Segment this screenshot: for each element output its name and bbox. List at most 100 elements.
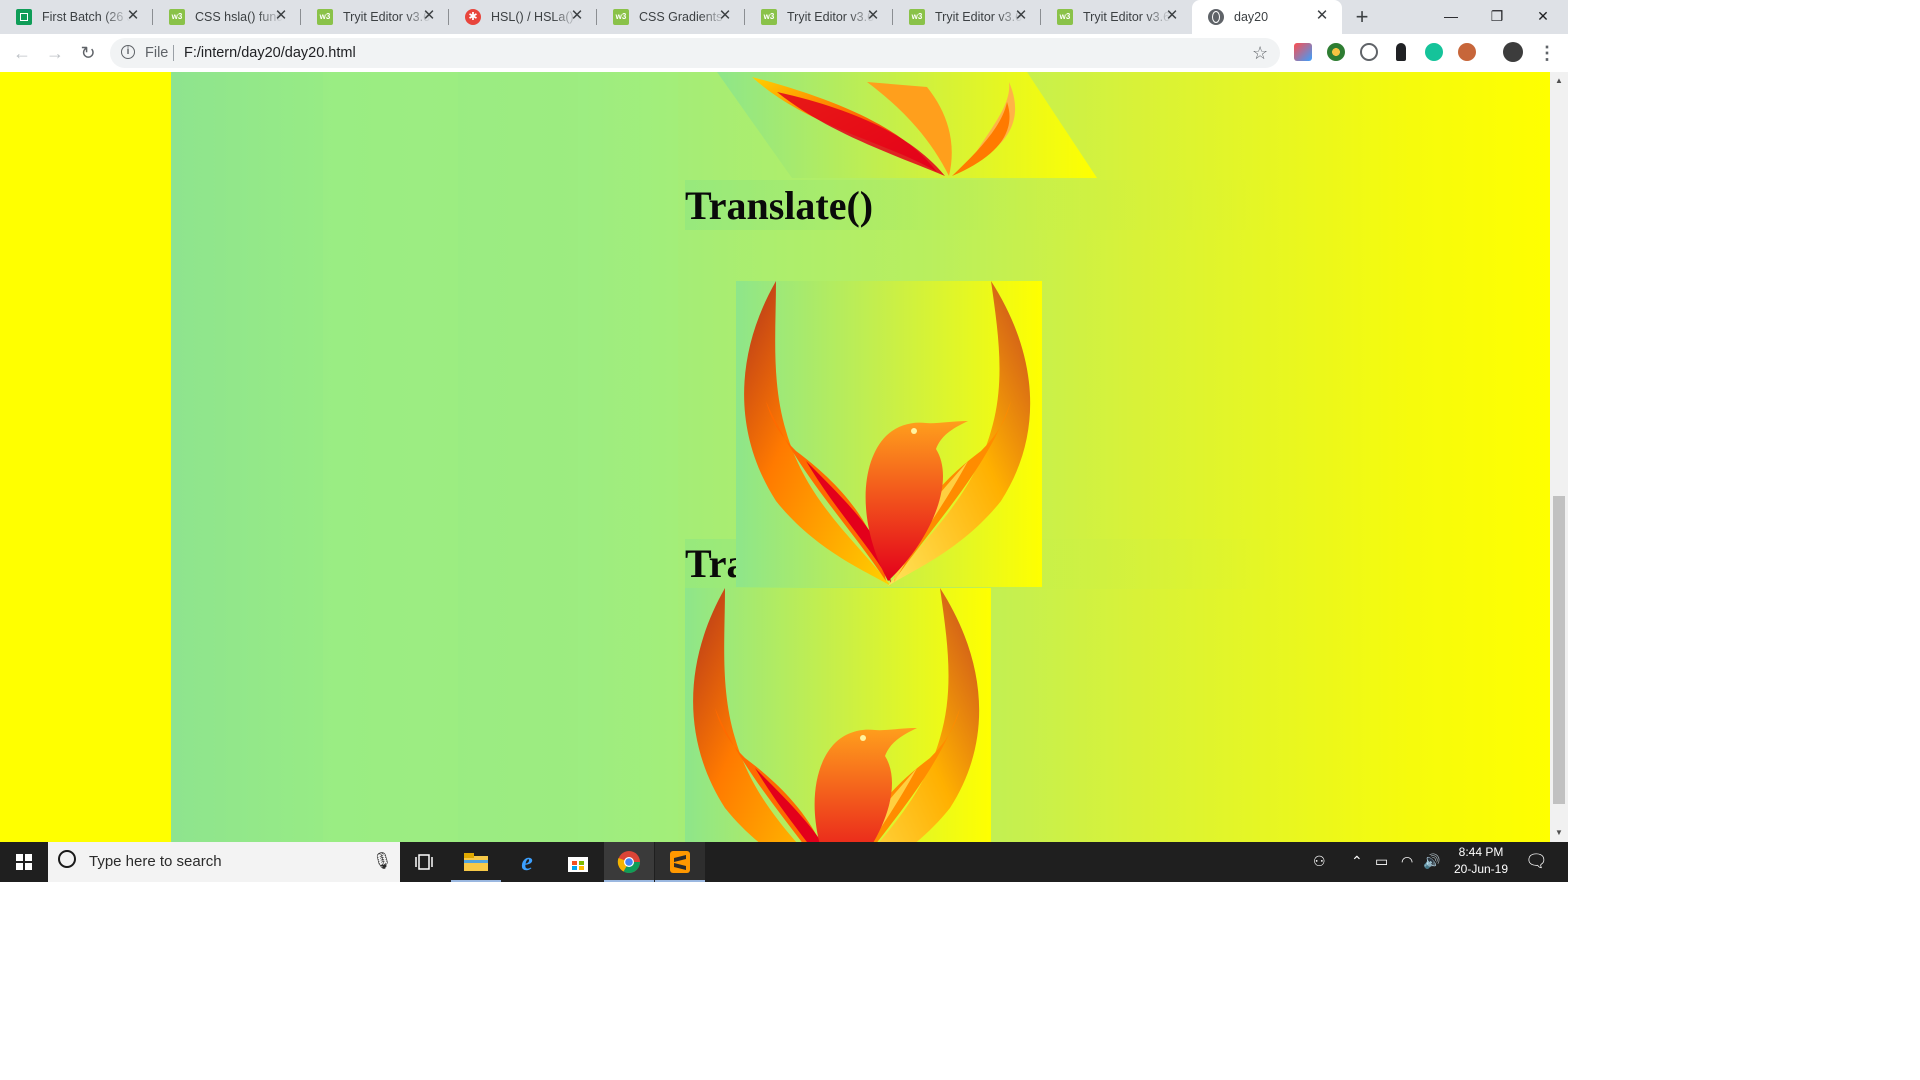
start-button[interactable] — [0, 842, 48, 882]
reload-button[interactable]: ↻ — [77, 42, 99, 64]
bg-stripe — [578, 72, 678, 842]
tab-title: Tryit Editor v3.6 — [787, 10, 875, 24]
back-button[interactable]: ← — [11, 42, 33, 64]
phoenix-logo — [744, 281, 1031, 586]
phoenix-logo — [693, 588, 980, 842]
w3schools-icon: w3 — [909, 9, 925, 25]
volume-icon[interactable]: 🔊 — [1423, 850, 1440, 872]
scheme-label: File — [145, 45, 169, 61]
maximize-button[interactable]: ❐ — [1474, 4, 1520, 28]
more-menu-icon[interactable]: ⋮ — [1538, 42, 1556, 64]
pinterest-icon[interactable] — [1360, 43, 1378, 61]
chrome-logo-icon — [617, 851, 640, 873]
close-tab-icon[interactable]: ✕ — [1164, 8, 1180, 24]
info-icon[interactable]: i — [121, 45, 135, 59]
w3schools-icon: w3 — [613, 9, 629, 25]
chevron-up-icon[interactable]: ⌃ — [1351, 850, 1363, 872]
clock-time: 8:44 PM — [1458, 845, 1504, 859]
w3schools-icon: w3 — [169, 9, 185, 25]
folder-icon — [464, 853, 488, 871]
grammarly-icon[interactable] — [1425, 43, 1443, 61]
new-tab-button[interactable]: + — [1352, 6, 1372, 28]
cortana-icon — [58, 850, 76, 868]
microphone-icon[interactable]: 🎙 — [372, 852, 392, 872]
reload-icon: ↻ — [80, 43, 96, 63]
wifi-icon[interactable]: ◠ — [1401, 850, 1413, 872]
minimize-button[interactable]: — — [1428, 4, 1474, 28]
arrow-right-icon: → — [46, 43, 64, 63]
w3schools-icon: w3 — [1057, 9, 1073, 25]
store-icon[interactable] — [553, 842, 603, 882]
tab-title: CSS hsla() function — [195, 10, 283, 24]
scroll-down-icon[interactable]: ▼ — [1550, 826, 1568, 840]
tab-title: First Batch (26 Jun) — [42, 10, 130, 24]
file-explorer-icon[interactable] — [451, 842, 501, 882]
scrollbar-thumb[interactable] — [1553, 496, 1565, 804]
heading-translate-1: Translate() — [685, 183, 874, 228]
key-icon[interactable] — [1396, 43, 1406, 61]
close-tab-icon[interactable]: ✕ — [865, 8, 881, 24]
tab-title: HSL() / HSLa() is — [491, 10, 579, 24]
task-view-glyph — [415, 854, 433, 870]
sublime-logo-icon — [670, 851, 690, 873]
close-tab-icon[interactable]: ✕ — [421, 8, 437, 24]
page-viewport: Translate() Translate() — [0, 72, 1550, 842]
arrow-left-icon: ← — [13, 43, 31, 63]
chrome-icon[interactable] — [604, 842, 654, 882]
close-tab-icon[interactable]: ✕ — [1013, 8, 1029, 24]
browser-tab[interactable]: w3 CSS Gradients ✕ — [597, 0, 745, 34]
profile-icon[interactable] — [1503, 42, 1523, 62]
people-icon[interactable]: ⚇ — [1313, 850, 1326, 872]
hsl-site-icon: ✱ — [465, 9, 481, 25]
browser-tab[interactable]: day20 ✕ — [1192, 0, 1342, 34]
close-tab-icon[interactable]: ✕ — [1314, 8, 1330, 24]
scroll-up-icon[interactable]: ▲ — [1550, 74, 1568, 88]
running-indicator — [451, 880, 501, 882]
stylus-icon[interactable] — [1294, 43, 1312, 61]
globe-ext-icon[interactable] — [1327, 43, 1345, 61]
battery-icon[interactable]: ▭ — [1375, 850, 1388, 872]
browser-tab[interactable]: w3 Tryit Editor v3.6 ✕ — [745, 0, 893, 34]
omnibox-divider — [173, 45, 174, 61]
taskbar-search-placeholder: Type here to search — [89, 853, 222, 870]
browser-tab[interactable]: w3 CSS hsla() function✕ — [153, 0, 301, 34]
phoenix-image-3 — [685, 588, 991, 842]
phoenix-image-skewed — [717, 72, 1097, 178]
forward-button[interactable]: → — [44, 42, 66, 64]
tab-title: Tryit Editor v3.6 — [935, 10, 1023, 24]
windows-logo-icon — [16, 854, 32, 870]
phoenix-image-translated — [736, 281, 1042, 587]
close-tab-icon[interactable]: ✕ — [569, 8, 585, 24]
ie-e-icon: e — [521, 847, 533, 876]
w3schools-icon: w3 — [761, 9, 777, 25]
browser-tab[interactable]: w3 Tryit Editor v3.6 ✕ — [301, 0, 449, 34]
running-indicator — [604, 880, 654, 882]
browser-tab[interactable]: ✱ HSL() / HSLa() is ✕ — [449, 0, 597, 34]
shopping-bag-icon — [568, 857, 588, 872]
clock-date: 20-Jun-19 — [1453, 862, 1509, 876]
browser-tab[interactable]: w3 Tryit Editor v3.6 ✕ — [1041, 0, 1192, 34]
globe-icon — [1208, 9, 1224, 25]
close-tab-icon[interactable]: ✕ — [717, 8, 733, 24]
taskbar-clock[interactable]: 8:44 PM 20-Jun-19 — [1452, 844, 1510, 878]
sheets-icon — [16, 9, 32, 25]
browser-tab[interactable]: First Batch (26 Jun)✕ — [0, 0, 153, 34]
tab-title: CSS Gradients — [639, 10, 723, 24]
bg-stripe — [323, 72, 458, 842]
running-indicator — [655, 880, 705, 882]
bookmark-star-icon[interactable]: ☆ — [1252, 42, 1268, 64]
tab-title: Tryit Editor v3.6 — [343, 10, 431, 24]
task-view-icon[interactable] — [400, 842, 450, 882]
w3schools-icon: w3 — [317, 9, 333, 25]
monkey-icon[interactable] — [1458, 43, 1476, 61]
close-window-button[interactable]: ✕ — [1520, 4, 1566, 28]
notifications-icon[interactable]: 🗨 — [1525, 850, 1548, 872]
close-tab-icon[interactable]: ✕ — [125, 8, 141, 24]
browser-tab[interactable]: w3 Tryit Editor v3.6 ✕ — [893, 0, 1041, 34]
close-tab-icon[interactable]: ✕ — [273, 8, 289, 24]
tab-title: Tryit Editor v3.6 — [1083, 10, 1171, 24]
tab-title: day20 — [1234, 10, 1269, 24]
url-text[interactable]: F:/intern/day20/day20.html — [184, 44, 356, 62]
sublime-text-icon[interactable] — [655, 842, 705, 882]
edge-ie-icon[interactable]: e — [502, 842, 552, 882]
